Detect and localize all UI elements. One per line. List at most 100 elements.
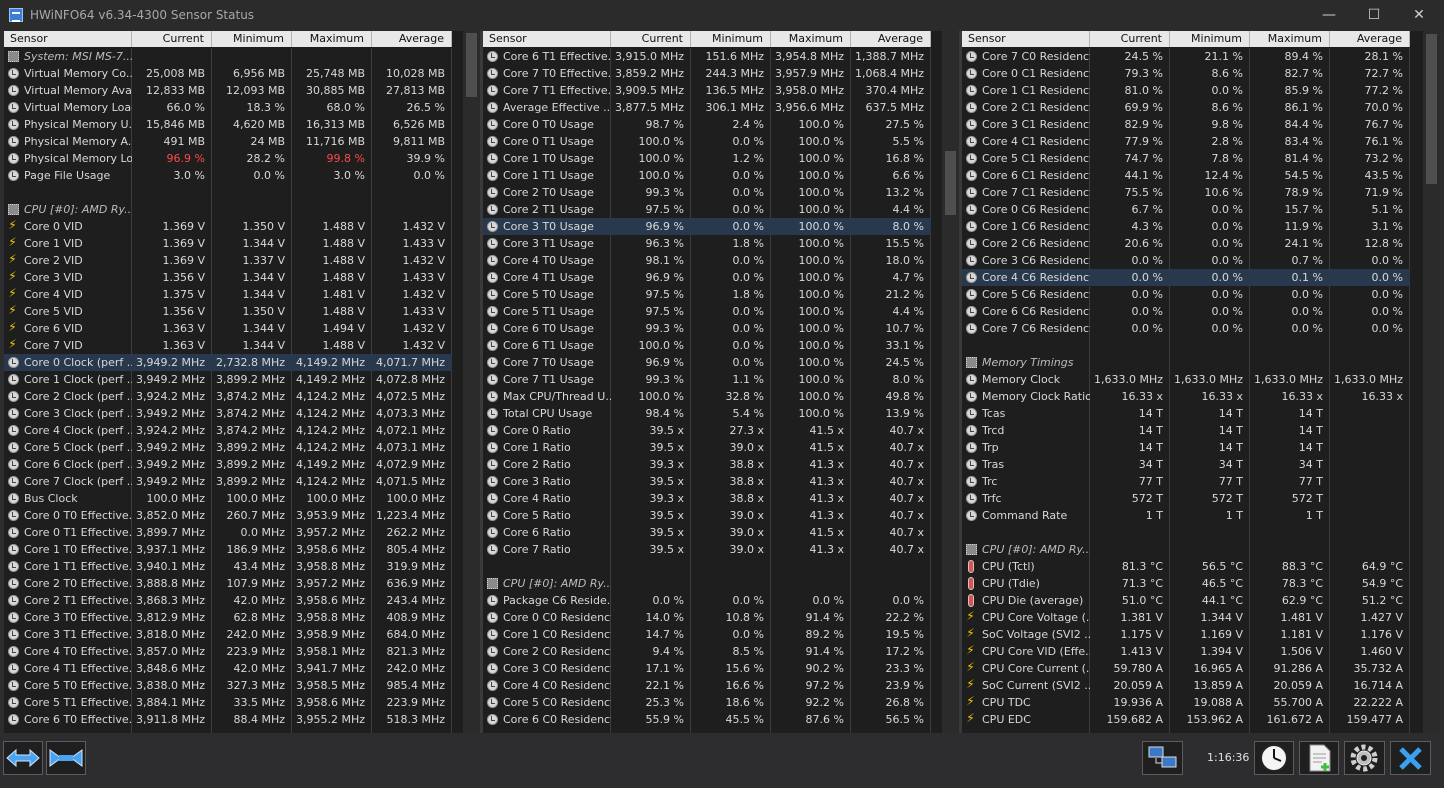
sensor-row[interactable]: Core 4 Clock (perf ... 3,924.2 MHz 3,874.2… [4, 422, 452, 439]
column-header-average[interactable]: Average [851, 31, 931, 47]
sensor-row[interactable]: Core 6 C0 Residency 55.9 % 45.5 % 87.6 % 56.… [483, 711, 931, 728]
sensor-row[interactable]: Core 3 C0 Residency 17.1 % 15.6 % 90.2 % 23.… [483, 660, 931, 677]
column-header-current[interactable]: Current [1090, 31, 1170, 47]
sensor-row[interactable]: Core 2 C1 Residency 69.9 % 8.6 % 86.1 % 70.0… [962, 99, 1410, 116]
column-header-average[interactable]: Average [1330, 31, 1410, 47]
sensor-row[interactable]: Core 2 T0 Effective... 3,888.8 MHz 107.9 M… [4, 575, 452, 592]
column-header-minimum[interactable]: Minimum [691, 31, 771, 47]
sensor-row[interactable]: Command Rate 1 T 1 T 1 T [962, 507, 1410, 524]
sensor-row[interactable]: Core 5 T0 Effective... 3,838.0 MHz 327.3 M… [4, 677, 452, 694]
sensor-row[interactable]: Core 6 Clock (perf ... 3,949.2 MHz 3,899.2… [4, 456, 452, 473]
network-button[interactable] [1142, 741, 1183, 775]
column-header-maximum[interactable]: Maximum [771, 31, 851, 47]
sensor-group-header[interactable]: Memory Timings [962, 354, 1410, 371]
sensor-row[interactable]: ⚡ CPU Core Current (... 59.780 A 16.965 A 91… [962, 660, 1410, 677]
sensor-row[interactable]: Core 7 T1 Effective... 3,909.5 MHz 136.5 M… [483, 82, 931, 99]
sensor-row[interactable]: Core 5 Clock (perf ... 3,949.2 MHz 3,899.2… [4, 439, 452, 456]
sensor-row[interactable]: Core 0 C0 Residency 14.0 % 10.8 % 91.4 % 22.… [483, 609, 931, 626]
vertical-scrollbar[interactable] [942, 31, 959, 733]
sensor-row[interactable]: Core 7 Clock (perf ... 3,949.2 MHz 3,899.2… [4, 473, 452, 490]
sensor-row[interactable]: Bus Clock 100.0 MHz 100.0 MHz 100.0 MHz 100.… [4, 490, 452, 507]
column-header-sensor[interactable]: Sensor [483, 31, 611, 47]
sensor-row[interactable]: Core 3 C1 Residency 82.9 % 9.8 % 84.4 % 76.7… [962, 116, 1410, 133]
sensor-row[interactable]: Core 3 Clock (perf ... 3,949.2 MHz 3,874.2… [4, 405, 452, 422]
sensor-row[interactable]: Core 1 C6 Residency 4.3 % 0.0 % 11.9 % 3.1 % [962, 218, 1410, 235]
sensor-group-header[interactable]: CPU [#0]: AMD Ry... [962, 541, 1410, 558]
sensor-row[interactable]: Core 6 T1 Effective... 3,915.0 MHz 151.6 M… [483, 48, 931, 65]
sensor-row[interactable]: Core 0 T0 Usage 98.7 % 2.4 % 100.0 % 27.5 % [483, 116, 931, 133]
sensor-row[interactable]: Core 1 C0 Residency 14.7 % 0.0 % 89.2 % 19.5… [483, 626, 931, 643]
sensor-row[interactable]: Core 1 T1 Usage 100.0 % 0.0 % 100.0 % 6.6 % [483, 167, 931, 184]
sensor-row[interactable]: Trcd 14 T 14 T 14 T [962, 422, 1410, 439]
sensor-row[interactable]: ⚡ SoC Current (SVI2 ... 20.059 A 13.859 A 20… [962, 677, 1410, 694]
sensor-row[interactable]: Memory Clock 1,633.0 MHz 1,633.0 MHz 1,633.… [962, 371, 1410, 388]
sensor-row[interactable]: Trc 77 T 77 T 77 T [962, 473, 1410, 490]
maximize-button[interactable]: ☐ [1359, 5, 1389, 27]
vertical-scrollbar[interactable] [463, 31, 480, 733]
logging-button[interactable] [1299, 741, 1339, 775]
sensor-row[interactable]: Core 5 C6 Residency 0.0 % 0.0 % 0.0 % 0.0 % [962, 286, 1410, 303]
sensor-group-header[interactable]: System: MSI MS-7... [4, 48, 452, 65]
sensor-row[interactable]: Trp 14 T 14 T 14 T [962, 439, 1410, 456]
sensor-row[interactable]: ⚡ CPU Core Voltage (... 1.381 V 1.344 V 1.48… [962, 609, 1410, 626]
sensor-row[interactable]: Core 2 C0 Residency 9.4 % 8.5 % 91.4 % 17.2 … [483, 643, 931, 660]
sensor-row[interactable]: ⚡ Core 7 VID 1.363 V 1.344 V 1.488 V 1.432 V [4, 337, 452, 354]
sensor-row[interactable]: Physical Memory Load 96.9 % 28.2 % 99.8 % 39… [4, 150, 452, 167]
sensor-row[interactable]: Package C6 Reside... 0.0 % 0.0 % 0.0 % 0.0 % [483, 592, 931, 609]
sensor-row[interactable]: Core 2 T1 Usage 97.5 % 0.0 % 100.0 % 4.4 % [483, 201, 931, 218]
sensor-row[interactable]: Core 1 T0 Effective... 3,937.1 MHz 186.9 M… [4, 541, 452, 558]
prev-page-button[interactable] [3, 741, 43, 775]
collapse-button[interactable] [46, 741, 86, 775]
sensor-row[interactable]: Core 0 C1 Residency 79.3 % 8.6 % 82.7 % 72.7… [962, 65, 1410, 82]
column-header-maximum[interactable]: Maximum [1250, 31, 1330, 47]
sensor-row[interactable]: Core 2 Clock (perf ... 3,924.2 MHz 3,874.2… [4, 388, 452, 405]
sensor-row[interactable]: Virtual Memory Co... 25,008 MB 6,956 MB 25,… [4, 65, 452, 82]
sensor-row[interactable]: Core 4 Ratio 39.3 x 38.8 x 41.3 x 40.7 x [483, 490, 931, 507]
column-header-minimum[interactable]: Minimum [1170, 31, 1250, 47]
column-header-current[interactable]: Current [132, 31, 212, 47]
sensor-row[interactable]: Tcas 14 T 14 T 14 T [962, 405, 1410, 422]
sensor-row[interactable]: ⚡ SoC Voltage (SVI2 ... 1.175 V 1.169 V 1.18… [962, 626, 1410, 643]
sensor-row[interactable]: Core 1 Ratio 39.5 x 39.0 x 41.5 x 40.7 x [483, 439, 931, 456]
minimize-button[interactable]: — [1314, 5, 1344, 27]
sensor-row[interactable]: Core 4 T1 Usage 96.9 % 0.0 % 100.0 % 4.7 % [483, 269, 931, 286]
sensor-row[interactable]: Core 4 T1 Effective... 3,848.6 MHz 42.0 MH… [4, 660, 452, 677]
sensor-row[interactable]: Core 6 T0 Effective... 3,911.8 MHz 88.4 MH… [4, 711, 452, 728]
sensor-row[interactable]: Core 4 C0 Residency 22.1 % 16.6 % 97.2 % 23.… [483, 677, 931, 694]
sensor-row[interactable]: Core 7 T1 Usage 99.3 % 1.1 % 100.0 % 8.0 % [483, 371, 931, 388]
sensor-row[interactable]: CPU (Tctl) 81.3 °C 56.5 °C 88.3 °C 64.9 °C [962, 558, 1410, 575]
sensor-group-header[interactable]: CPU [#0]: AMD Ry... [4, 201, 452, 218]
vertical-scrollbar[interactable] [1423, 31, 1440, 733]
sensor-row[interactable]: Core 0 C6 Residency 6.7 % 0.0 % 15.7 % 5.1 % [962, 201, 1410, 218]
sensor-row[interactable]: Core 7 T0 Usage 96.9 % 0.0 % 100.0 % 24.5 % [483, 354, 931, 371]
sensor-row[interactable]: ⚡ CPU Core VID (Effe... 1.413 V 1.394 V 1.50… [962, 643, 1410, 660]
reset-clock-button[interactable] [1254, 741, 1294, 775]
sensor-panel-2[interactable]: Sensor Current Minimum Maximum Average Core 6… [483, 31, 959, 733]
sensor-row[interactable]: Core 3 T0 Usage 96.9 % 0.0 % 100.0 % 8.0 % [483, 218, 931, 235]
scrollbar-thumb[interactable] [466, 33, 477, 97]
close-window-button[interactable]: ✕ [1404, 5, 1434, 27]
sensor-row[interactable]: Core 6 T0 Usage 99.3 % 0.0 % 100.0 % 10.7 % [483, 320, 931, 337]
sensor-row[interactable]: Core 3 T1 Effective... 3,818.0 MHz 242.0 M… [4, 626, 452, 643]
sensor-row[interactable]: Core 1 T0 Usage 100.0 % 1.2 % 100.0 % 16.8 % [483, 150, 931, 167]
sensor-row[interactable]: Trfc 572 T 572 T 572 T [962, 490, 1410, 507]
sensor-row[interactable]: ⚡ CPU EDC 159.682 A 153.962 A 161.672 A 159.4… [962, 711, 1410, 728]
sensor-row[interactable]: Core 2 T0 Usage 99.3 % 0.0 % 100.0 % 13.2 % [483, 184, 931, 201]
column-header-maximum[interactable]: Maximum [292, 31, 372, 47]
sensor-row[interactable]: Virtual Memory Load 66.0 % 18.3 % 68.0 % 26.… [4, 99, 452, 116]
sensor-row[interactable]: ⚡ CPU TDC 19.936 A 19.088 A 55.700 A 22.222 A [962, 694, 1410, 711]
scrollbar-thumb[interactable] [1426, 34, 1437, 184]
sensor-row[interactable]: Core 4 T0 Usage 98.1 % 0.0 % 100.0 % 18.0 % [483, 252, 931, 269]
sensor-row[interactable]: CPU (Tdie) 71.3 °C 46.5 °C 78.3 °C 54.9 °C [962, 575, 1410, 592]
sensor-panel-1[interactable]: Sensor Current Minimum Maximum Average System… [4, 31, 480, 733]
sensor-row[interactable]: Core 5 C0 Residency 25.3 % 18.6 % 92.2 % 26.… [483, 694, 931, 711]
sensor-row[interactable]: ⚡ Core 4 VID 1.375 V 1.344 V 1.481 V 1.432 V [4, 286, 452, 303]
column-header-average[interactable]: Average [372, 31, 452, 47]
sensor-row[interactable]: Core 5 Ratio 39.5 x 39.0 x 41.3 x 40.7 x [483, 507, 931, 524]
sensor-row[interactable]: Physical Memory A... 491 MB 24 MB 11,716 MB… [4, 133, 452, 150]
scrollbar-thumb[interactable] [945, 151, 956, 215]
sensor-row[interactable]: ⚡ Core 3 VID 1.356 V 1.344 V 1.488 V 1.433 V [4, 269, 452, 286]
sensor-row[interactable]: ⚡ Core 1 VID 1.369 V 1.344 V 1.488 V 1.433 V [4, 235, 452, 252]
sensor-row[interactable]: Core 5 T1 Effective... 3,884.1 MHz 33.5 MH… [4, 694, 452, 711]
sensor-row[interactable]: Core 4 C1 Residency 77.9 % 2.8 % 83.4 % 76.1… [962, 133, 1410, 150]
